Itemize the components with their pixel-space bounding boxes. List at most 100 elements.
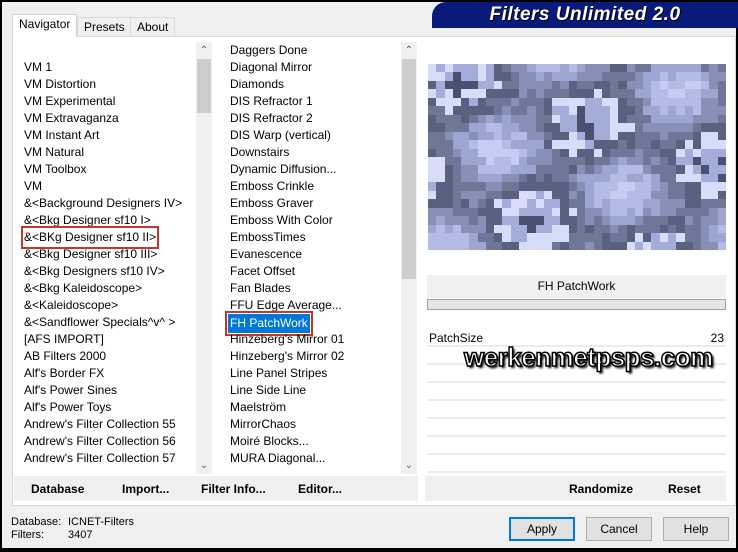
preview-tile: [428, 97, 437, 107]
category-item[interactable]: VM Instant Art: [14, 127, 196, 144]
tab-about[interactable]: About: [130, 17, 176, 36]
preview-tile: [527, 106, 536, 115]
randomize-button[interactable]: Randomize: [569, 482, 633, 496]
category-item[interactable]: Alf's Power Toys: [14, 399, 196, 416]
preview-tile: [651, 216, 660, 225]
category-item[interactable]: VM Experimental: [14, 93, 196, 110]
filter-info-button[interactable]: Filter Info...: [201, 482, 266, 496]
parameter-row[interactable]: [427, 383, 726, 401]
apply-button[interactable]: Apply: [509, 517, 575, 541]
preview-tile: [535, 173, 544, 183]
category-item[interactable]: &<Background Designers IV>: [14, 195, 196, 212]
filter-item[interactable]: DIS Refractor 2: [220, 110, 401, 127]
category-item[interactable]: VM Natural: [14, 144, 196, 161]
preview-tile: [568, 97, 577, 107]
preview-tile: [477, 173, 486, 183]
editor-button[interactable]: Editor...: [298, 482, 342, 496]
category-item[interactable]: Andrew's Filter Collection 55: [14, 416, 196, 433]
preview-tile: [469, 97, 478, 107]
chevron-down-icon[interactable]: ⌄: [401, 457, 417, 474]
category-item[interactable]: Alf's Power Sines: [14, 382, 196, 399]
filter-item[interactable]: EmbossTimes: [220, 229, 401, 246]
category-item[interactable]: Alf's Border FX: [14, 365, 196, 382]
filter-item[interactable]: Line Side Line: [220, 382, 401, 399]
import-button[interactable]: Import...: [122, 482, 169, 496]
chevron-down-icon[interactable]: ⌄: [196, 457, 212, 474]
filter-item[interactable]: DIS Refractor 1: [220, 93, 401, 110]
filter-item[interactable]: MirrorChaos: [220, 416, 401, 433]
filter-scrollbar[interactable]: ⌃ ⌄: [401, 42, 417, 474]
database-button[interactable]: Database: [31, 482, 84, 496]
preview-tile: [452, 173, 462, 183]
category-scrollbar[interactable]: ⌃ ⌄: [196, 42, 212, 474]
preview-tile: [527, 148, 536, 157]
reset-button[interactable]: Reset: [668, 482, 701, 496]
parameter-row[interactable]: [427, 401, 726, 419]
category-item[interactable]: &<Kaleidoscope>: [14, 297, 196, 314]
category-item[interactable]: [14, 42, 196, 59]
category-item[interactable]: VM 1: [14, 59, 196, 76]
category-item[interactable]: Andrew's Filter Collection 56: [14, 433, 196, 450]
category-item[interactable]: &<Bkg Kaleidoscope>: [14, 280, 196, 297]
preview-tile: [477, 182, 486, 191]
category-item[interactable]: &<Bkg Designer sf10 I>: [14, 212, 196, 229]
preview-tile: [452, 72, 462, 81]
category-item[interactable]: &<Bkg Designers sf10 IV>: [14, 263, 196, 280]
filter-item[interactable]: FFU Edge Average...: [220, 297, 401, 314]
filter-item[interactable]: Emboss Crinkle: [220, 178, 401, 195]
tab-navigator[interactable]: Navigator: [12, 14, 78, 37]
filter-item[interactable]: Maelström: [220, 399, 401, 416]
preview-tile: [452, 89, 462, 98]
filter-item[interactable]: Evanescence: [220, 246, 401, 263]
scrollbar-thumb[interactable]: [197, 59, 211, 113]
category-item[interactable]: Andrew's Filter Collection 57: [14, 450, 196, 467]
filter-item[interactable]: Diagonal Mirror: [220, 59, 401, 76]
category-item[interactable]: &<BKg Designer sf10 II>: [14, 226, 196, 249]
category-item[interactable]: VM Distortion: [14, 76, 196, 93]
preview-tile: [568, 190, 577, 200]
filter-item[interactable]: MURA Diagonal...: [220, 450, 401, 467]
preview-tile: [684, 241, 693, 250]
preview-tile: [527, 207, 536, 217]
parameter-row[interactable]: [427, 455, 726, 473]
filter-item[interactable]: Emboss With Color: [220, 212, 401, 229]
category-item[interactable]: VM Toolbox: [14, 161, 196, 178]
preview-tile: [601, 207, 611, 217]
chevron-up-icon[interactable]: ⌃: [196, 42, 212, 59]
chevron-up-icon[interactable]: ⌃: [401, 42, 417, 59]
filter-item[interactable]: Emboss Graver: [220, 195, 401, 212]
preview-tile: [560, 199, 569, 208]
preview-tile: [535, 199, 544, 208]
help-button[interactable]: Help: [663, 517, 729, 541]
preview-tile: [461, 233, 470, 242]
preview-tile: [461, 131, 470, 141]
filter-item[interactable]: Diamonds: [220, 76, 401, 93]
scrollbar-thumb[interactable]: [402, 59, 416, 279]
category-item[interactable]: VM: [14, 178, 196, 195]
filter-list[interactable]: Daggers Done Diagonal Mirror Diamonds DIS R…: [220, 42, 401, 474]
category-item[interactable]: VM Extravaganza: [14, 110, 196, 127]
preview-tile: [643, 140, 652, 149]
filter-item[interactable]: Dynamic Diffusion...: [220, 161, 401, 178]
filter-item[interactable]: Moiré Blocks...: [220, 433, 401, 450]
filter-item[interactable]: DIS Warp (vertical): [220, 127, 401, 144]
category-item[interactable]: &<Bkg Designer sf10 III>: [14, 246, 196, 263]
parameter-row[interactable]: [427, 437, 726, 455]
filter-item[interactable]: Hinzeberg's Mirror 01: [220, 331, 401, 348]
filter-item[interactable]: Facet Offset: [220, 263, 401, 280]
item-label: Andrew's Filter Collection 55: [24, 417, 176, 431]
category-item[interactable]: AB Filters 2000: [14, 348, 196, 365]
category-item[interactable]: [AFS IMPORT]: [14, 331, 196, 348]
filter-item[interactable]: FH PatchWork: [220, 311, 401, 336]
category-list[interactable]: VM 1 VM Distortion VM Experimental VM Extra…: [14, 42, 196, 474]
preview-tile: [626, 64, 635, 73]
tab-presets[interactable]: Presets: [77, 17, 132, 36]
parameter-row[interactable]: [427, 419, 726, 437]
filter-item[interactable]: Downstairs: [220, 144, 401, 161]
filter-item[interactable]: Fan Blades: [220, 280, 401, 297]
filter-item[interactable]: Line Panel Stripes: [220, 365, 401, 382]
filter-item[interactable]: Hinzeberg's Mirror 02: [220, 348, 401, 365]
cancel-button[interactable]: Cancel: [586, 517, 652, 541]
filter-item[interactable]: Daggers Done: [220, 42, 401, 59]
category-item[interactable]: &<Sandflower Specials^v^ >: [14, 314, 196, 331]
